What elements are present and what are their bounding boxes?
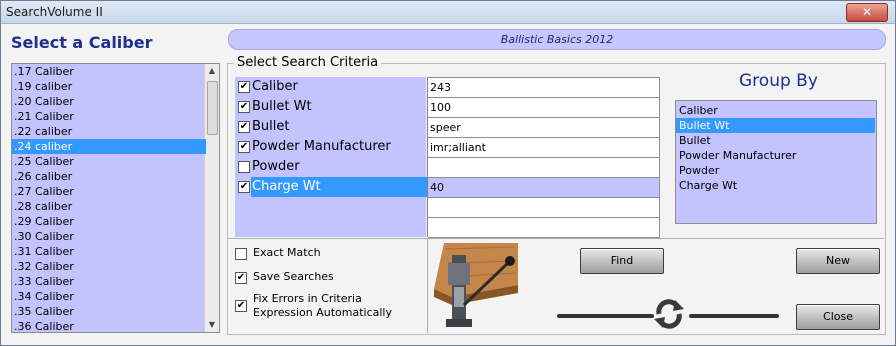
criteria-label: Charge Wt [251, 177, 427, 197]
caliber-list-item[interactable]: .36 Caliber [12, 319, 206, 332]
group-by-item[interactable]: Charge Wt [676, 178, 875, 193]
criteria-row[interactable]: ✔ Caliber [235, 77, 426, 97]
criteria-value-field[interactable] [428, 157, 660, 178]
title-bar[interactable]: SearchVolume II ✕ [1, 1, 895, 24]
refresh-icon[interactable] [651, 296, 687, 332]
criteria-label: Powder Manufacturer [252, 139, 391, 154]
close-button[interactable]: Close [796, 304, 880, 330]
caliber-list-item[interactable]: .30 Caliber [12, 229, 206, 244]
caliber-list[interactable]: ▲ ▼ .17 Caliber .19 caliber .20 Caliber .21… [11, 63, 220, 333]
scroll-down-icon[interactable]: ▼ [205, 318, 219, 332]
caliber-list-item[interactable]: .25 Caliber [12, 154, 206, 169]
caliber-list-item[interactable]: .21 Caliber [12, 109, 206, 124]
criteria-value-field[interactable]: 243 [428, 77, 660, 98]
caliber-list-item[interactable]: .22 caliber [12, 124, 206, 139]
criteria-label-panel: ✔ Caliber ✔ Bullet Wt ✔ Bullet ✔ Powder Manufac… [235, 77, 427, 237]
criteria-row[interactable]: ✔ Bullet [235, 117, 426, 137]
criteria-checkbox[interactable]: ✔ [238, 81, 250, 93]
reloading-press-icon [434, 243, 518, 327]
criteria-checkbox[interactable]: ✔ [238, 101, 250, 113]
caliber-list-item[interactable]: .34 Caliber [12, 289, 206, 304]
caliber-list-item[interactable]: .31 Caliber [12, 244, 206, 259]
exact-match-checkbox[interactable] [235, 248, 247, 260]
criteria-legend: Select Search Criteria [234, 55, 382, 70]
criteria-checkbox[interactable]: ✔ [238, 141, 250, 153]
fix-errors-checkbox[interactable]: ✔ [235, 300, 247, 312]
caliber-list-item[interactable]: .17 Caliber [12, 64, 206, 79]
scroll-up-icon[interactable]: ▲ [205, 64, 219, 78]
group-by-item[interactable]: Powder [676, 163, 875, 178]
criteria-value-column: 243 100 speer imr;alliant 40 [427, 77, 660, 238]
caliber-list-item[interactable]: .27 Caliber [12, 184, 206, 199]
criteria-row[interactable]: ✔ Powder Manufacturer [235, 137, 426, 157]
caliber-list-item[interactable]: .19 caliber [12, 79, 206, 94]
criteria-checkbox[interactable]: ✔ [238, 181, 250, 193]
group-by-list[interactable]: Caliber Bullet Wt Bullet Powder Manufacture… [675, 100, 877, 224]
caliber-list-item[interactable]: .35 Caliber [12, 304, 206, 319]
criteria-checkbox[interactable]: ✔ [238, 121, 250, 133]
group-by-item[interactable]: Bullet Wt [676, 118, 875, 133]
find-button[interactable]: Find [580, 248, 664, 274]
window-close-button[interactable]: ✕ [846, 3, 888, 22]
criteria-row[interactable]: ✔ Bullet Wt [235, 97, 426, 117]
divider [228, 238, 884, 239]
progress-track-left [557, 314, 654, 318]
criteria-checkbox[interactable] [238, 161, 250, 173]
new-button[interactable]: New [796, 248, 880, 274]
criteria-value-field[interactable]: 100 [428, 97, 660, 118]
criteria-value-field[interactable]: 40 [428, 177, 660, 198]
app-banner: Ballistic Basics 2012 [228, 29, 886, 50]
save-searches-checkbox[interactable]: ✔ [235, 272, 247, 284]
criteria-row[interactable]: ✔ Charge Wt [235, 177, 427, 197]
progress-track-right [689, 314, 779, 318]
exact-match-label: Exact Match [253, 246, 321, 259]
criteria-label: Caliber [252, 79, 298, 94]
fix-errors-label: Fix Errors in Criteria Expression Automa… [253, 292, 392, 319]
window-title: SearchVolume II [6, 5, 103, 19]
criteria-row[interactable]: Powder [235, 157, 426, 177]
criteria-value-field[interactable] [428, 217, 660, 238]
group-by-item[interactable]: Powder Manufacturer [676, 148, 875, 163]
criteria-value-field[interactable]: imr;alliant [428, 137, 660, 158]
criteria-value-field[interactable] [428, 197, 660, 218]
caliber-list-item[interactable]: .33 Caliber [12, 274, 206, 289]
group-by-item[interactable]: Bullet [676, 133, 875, 148]
criteria-value-field[interactable]: speer [428, 117, 660, 138]
caliber-list-item[interactable]: .28 caliber [12, 199, 206, 214]
caliber-list-item[interactable]: .32 Caliber [12, 259, 206, 274]
divider [427, 238, 428, 333]
group-by-title: Group By [739, 71, 818, 91]
criteria-label: Powder [252, 159, 300, 174]
caliber-list-item[interactable]: .26 caliber [12, 169, 206, 184]
caliber-list-scrollbar[interactable]: ▲ ▼ [204, 64, 219, 332]
caliber-heading: Select a Caliber [11, 33, 153, 52]
criteria-label: Bullet Wt [252, 99, 312, 114]
criteria-label: Bullet [252, 119, 290, 134]
save-searches-label: Save Searches [253, 270, 334, 283]
scroll-thumb[interactable] [207, 81, 218, 135]
caliber-list-item[interactable]: .24 caliber [12, 139, 206, 154]
group-by-item[interactable]: Caliber [676, 103, 875, 118]
caliber-list-item[interactable]: .20 Caliber [12, 94, 206, 109]
caliber-list-item[interactable]: .29 Caliber [12, 214, 206, 229]
